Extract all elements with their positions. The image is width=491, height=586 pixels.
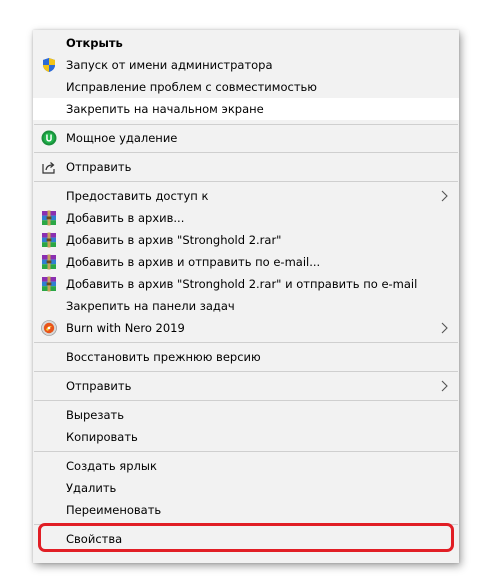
chevron-right-icon [441,322,448,334]
winrar-icon [41,276,57,292]
menu-item-rename[interactable]: Переименовать [33,499,459,521]
menu-item-open[interactable]: Открыть [33,32,459,54]
menu-item-label: Burn with Nero 2019 [66,321,185,335]
menu-separator [34,371,458,372]
menu-separator [34,152,458,153]
menu-item-powerful-uninstall[interactable]: Мощное удаление [33,127,459,149]
menu-item-pin-to-taskbar[interactable]: Закрепить на панели задач [33,295,459,317]
menu-item-label: Запуск от имени администратора [66,58,273,72]
menu-item-share[interactable]: Отправить [33,156,459,178]
menu-item-label: Добавить в архив "Stronghold 2.rar" [66,233,282,247]
winrar-icon [41,232,57,248]
menu-item-label: Отправить [66,160,132,174]
properties-highlight-annotation [38,523,454,552]
nero-icon [41,320,57,336]
menu-item-copy[interactable]: Копировать [33,426,459,448]
chevron-right-icon [441,190,448,202]
menu-item-burn-with-nero[interactable]: Burn with Nero 2019 [33,317,459,339]
menu-item-label: Исправление проблем с совместимостью [66,80,317,94]
chevron-right-icon [441,380,448,392]
menu-item-pin-to-start[interactable]: Закрепить на начальном экране [33,98,459,120]
menu-item-add-to-archive-named-and-email[interactable]: Добавить в архив "Stronghold 2.rar" и от… [33,273,459,295]
menu-item-label: Закрепить на начальном экране [66,102,264,116]
menu-item-label: Добавить в архив... [66,211,185,225]
menu-item-add-to-archive[interactable]: Добавить в архив... [33,207,459,229]
menu-item-troubleshoot-compatibility[interactable]: Исправление проблем с совместимостью [33,76,459,98]
share-icon [41,159,57,175]
menu-item-label: Мощное удаление [66,131,178,145]
menu-item-label: Восстановить прежнюю версию [66,350,261,364]
menu-item-label: Копировать [66,430,138,444]
menu-item-label: Добавить в архив и отправить по e-mail..… [66,255,321,269]
menu-item-label: Вырезать [66,408,124,422]
menu-separator [34,124,458,125]
menu-item-label: Удалить [66,481,117,495]
winrar-icon [41,254,57,270]
menu-item-give-access-to[interactable]: Предоставить доступ к [33,185,459,207]
menu-separator [34,451,458,452]
menu-item-label: Переименовать [66,503,162,517]
menu-separator [34,342,458,343]
menu-item-label: Создать ярлык [66,459,157,473]
menu-item-cut[interactable]: Вырезать [33,404,459,426]
menu-separator [34,181,458,182]
menu-item-run-as-admin[interactable]: Запуск от имени администратора [33,54,459,76]
uninstall-tool-icon [41,130,57,146]
menu-separator [34,400,458,401]
menu-item-label: Открыть [66,36,123,50]
menu-item-delete[interactable]: Удалить [33,477,459,499]
menu-item-label: Добавить в архив "Stronghold 2.rar" и от… [66,277,418,291]
uac-shield-icon [41,57,57,73]
menu-item-add-to-archive-named[interactable]: Добавить в архив "Stronghold 2.rar" [33,229,459,251]
menu-item-restore-previous-version[interactable]: Восстановить прежнюю версию [33,346,459,368]
menu-item-add-to-archive-and-email[interactable]: Добавить в архив и отправить по e-mail..… [33,251,459,273]
menu-item-create-shortcut[interactable]: Создать ярлык [33,455,459,477]
context-menu: Открыть Запуск от имени администратора И… [33,30,459,563]
menu-item-send-to[interactable]: Отправить [33,375,459,397]
menu-item-label: Закрепить на панели задач [66,299,235,313]
menu-item-label: Отправить [66,379,132,393]
menu-item-label: Предоставить доступ к [66,189,209,203]
winrar-icon [41,210,57,226]
